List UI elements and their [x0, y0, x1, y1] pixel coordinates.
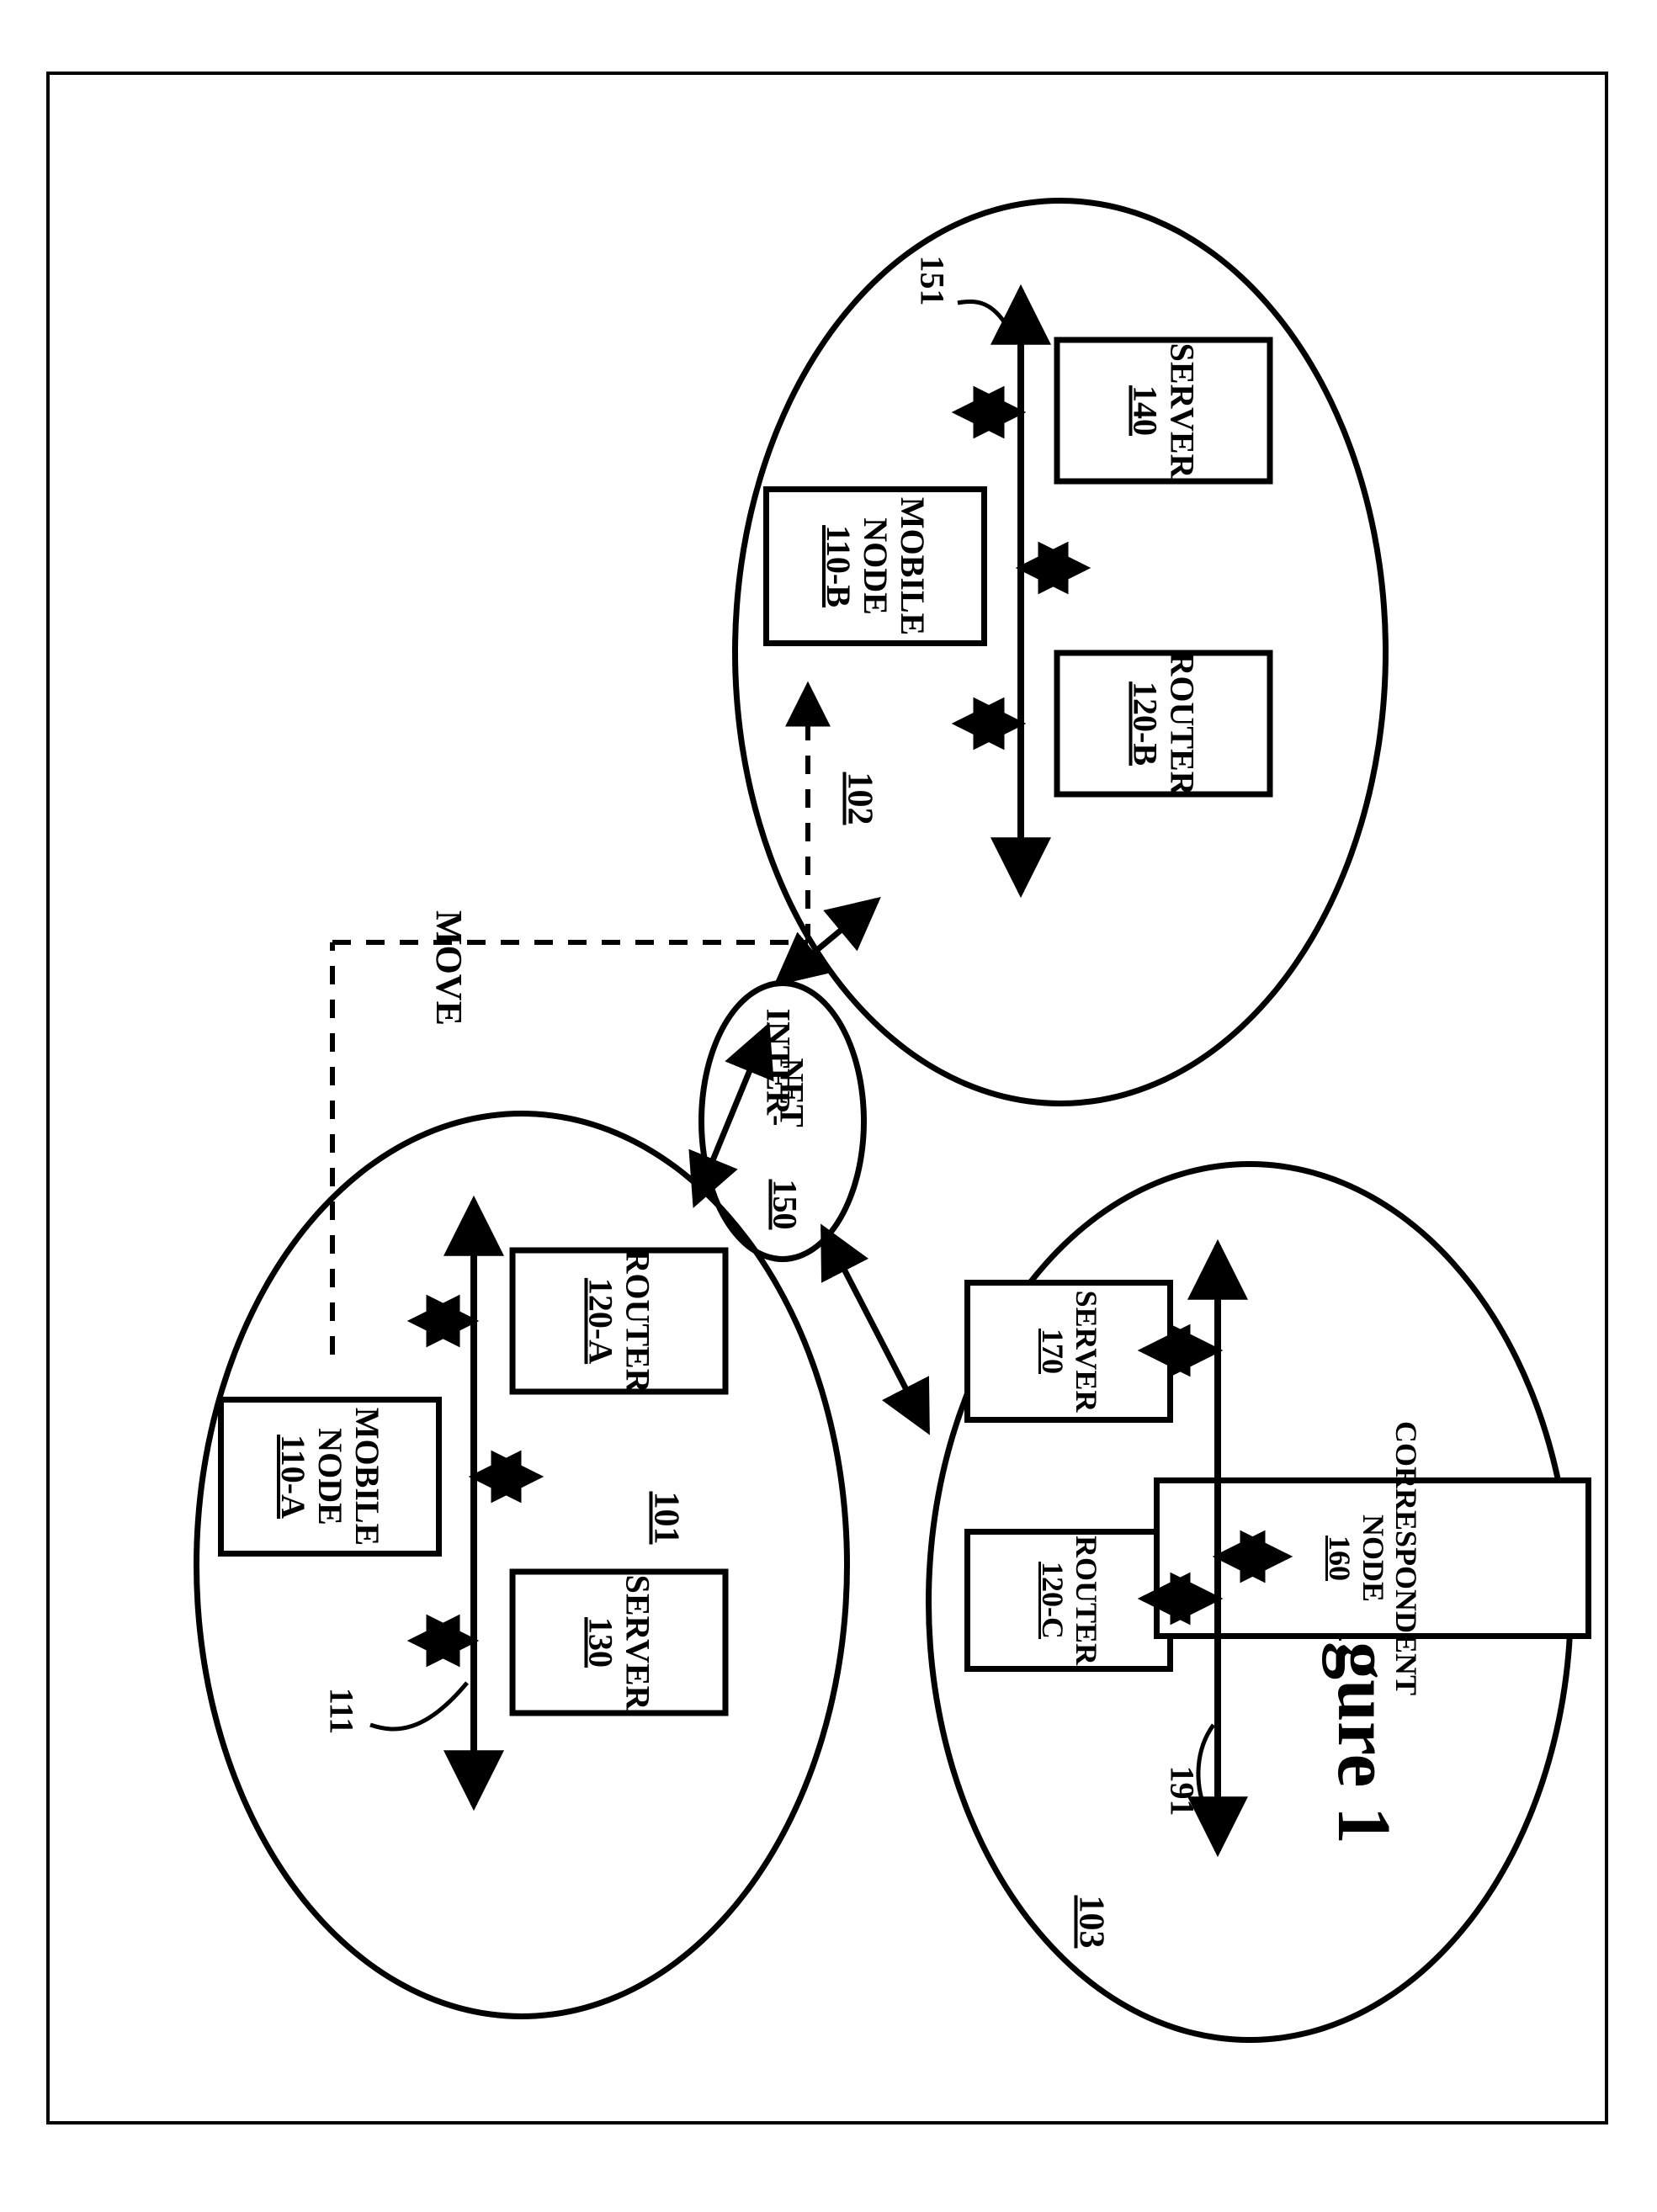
lan-103-ref: 103: [1071, 1896, 1112, 1949]
server-140-ref: 140: [1127, 385, 1164, 436]
cn-title2: NODE: [1356, 1514, 1389, 1602]
lan-101-ref: 101: [646, 1492, 687, 1545]
bus-151-ref: 151: [913, 256, 953, 306]
cn-title1: CORRESPONDENT: [1389, 1421, 1423, 1695]
server-130: SERVER 130: [510, 1569, 729, 1716]
internet-ref: 150: [766, 1180, 805, 1230]
move-label: MOVE: [428, 910, 470, 1026]
server-170-title: SERVER: [1069, 1291, 1102, 1413]
server-130-ref: 130: [582, 1617, 619, 1668]
bus-111-ref: 111: [321, 1688, 361, 1735]
bus-191-ref: 191: [1163, 1766, 1203, 1817]
mobile-node-110a: MOBILE NODE 110-A: [218, 1397, 442, 1557]
server-140: SERVER 140: [1054, 337, 1273, 485]
correspondent-node-160: CORRESPONDENT NODE 160: [1154, 1477, 1591, 1639]
mobile-node-110b-title2: NODE: [857, 517, 894, 615]
router-120b-ref: 120-B: [1127, 682, 1164, 766]
mobile-node-110a-title1: MOBILE: [348, 1408, 385, 1546]
router-120c: ROUTER 120-C: [964, 1529, 1173, 1672]
mobile-node-110a-ref: 110-A: [274, 1435, 311, 1519]
cn-ref: 160: [1323, 1536, 1357, 1581]
mobile-node-110b: MOBILE NODE 110-B: [763, 486, 987, 646]
server-170: SERVER 170: [964, 1280, 1173, 1423]
server-130-title: SERVER: [619, 1575, 656, 1711]
internet-text2: NET: [773, 1058, 812, 1127]
router-120c-ref: 120-C: [1035, 1562, 1069, 1639]
mobile-node-110b-title1: MOBILE: [894, 497, 931, 635]
mobile-node-110b-ref: 110-B: [820, 525, 857, 607]
server-170-ref: 170: [1035, 1329, 1069, 1374]
lan-102-ref: 102: [840, 772, 880, 825]
router-120a-title: ROUTER: [619, 1249, 656, 1392]
router-120a: ROUTER 120-A: [510, 1248, 729, 1395]
router-120b: ROUTER 120-B: [1054, 650, 1273, 798]
router-120c-title: ROUTER: [1069, 1536, 1102, 1665]
router-120b-title: ROUTER: [1164, 651, 1201, 795]
mobile-node-110a-title2: NODE: [311, 1428, 348, 1525]
server-140-title: SERVER: [1164, 343, 1201, 479]
router-120a-ref: 120-A: [582, 1278, 619, 1364]
